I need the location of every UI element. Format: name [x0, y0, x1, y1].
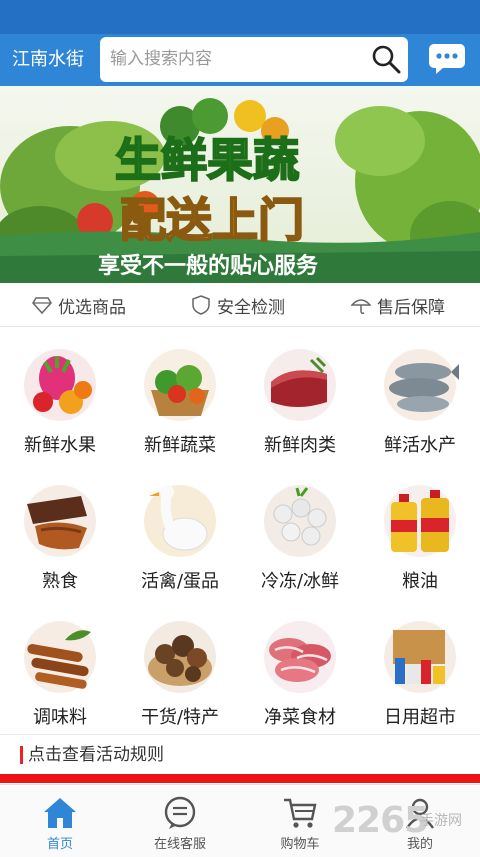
feature-safety: 安全检测: [191, 293, 285, 318]
category-meat[interactable]: 新鲜肉类: [240, 346, 360, 476]
oil-bottle-icon: [384, 485, 456, 557]
home-icon: [44, 798, 76, 828]
banner-subtitle: 享受不一般的贴心服务: [98, 253, 319, 279]
category-vegetable[interactable]: 新鲜蔬菜: [120, 346, 240, 476]
status-bar: [0, 0, 480, 34]
cooked-food-icon: [24, 485, 96, 557]
category-cooked[interactable]: 熟食: [0, 482, 120, 612]
banner-image: 生鲜果蔬 配送上门 享受不一般的贴心服务: [0, 86, 480, 283]
tab-label: 首页: [46, 837, 73, 852]
grocery-icon: [384, 621, 456, 693]
goose-icon: [144, 485, 216, 557]
category-label: 净菜食材: [264, 707, 336, 728]
feature-label: 售后保障: [377, 297, 445, 318]
promo-banner[interactable]: 生鲜果蔬 配送上门 享受不一般的贴心服务: [0, 86, 480, 283]
feature-strip: 优选商品 安全检测 售后保障: [0, 283, 480, 327]
umbrella-icon: [351, 299, 371, 314]
category-label: 干货/特产: [140, 707, 220, 728]
feature-label: 优选商品: [58, 297, 126, 318]
rules-text: 点击查看活动规则: [28, 745, 164, 765]
category-dried-goods[interactable]: 干货/特产: [120, 618, 240, 748]
category-label: 调味料: [33, 707, 87, 728]
category-prepared[interactable]: 净菜食材: [240, 618, 360, 748]
category-label: 鲜活水产: [384, 435, 456, 456]
fruit-icon: [24, 349, 96, 421]
cart-icon: [284, 798, 317, 828]
category-label: 新鲜蔬菜: [144, 435, 216, 456]
category-label: 新鲜肉类: [264, 435, 336, 456]
sliced-meat-icon: [264, 621, 336, 693]
message-icon[interactable]: [428, 43, 466, 75]
chat-icon: [164, 796, 196, 829]
watermark-text: 手游网: [420, 813, 462, 829]
watermark-number: 2265: [332, 800, 429, 841]
banner-title-line2: 配送上门: [120, 193, 304, 247]
category-grain-oil[interactable]: 粮油: [360, 482, 480, 612]
city-selector[interactable]: 江南水街: [12, 47, 84, 73]
feature-aftersale: 售后保障: [351, 293, 445, 318]
feature-quality: 优选商品: [32, 293, 126, 318]
top-bar: 江南水街 输入搜索内容: [0, 34, 480, 86]
rules-accent-bar: [20, 746, 23, 764]
search-input[interactable]: 输入搜索内容: [100, 37, 408, 82]
category-fruit[interactable]: 新鲜水果: [0, 346, 120, 476]
banner-title-line1: 生鲜果蔬: [115, 133, 299, 187]
frozen-food-icon: [264, 485, 336, 557]
tab-customer-service[interactable]: 在线客服: [120, 785, 240, 857]
watermark-logo: 2265 手游网: [332, 800, 478, 850]
category-label: 熟食: [42, 571, 78, 592]
category-supermarket[interactable]: 日用超市: [360, 618, 480, 748]
shield-icon: [192, 295, 210, 315]
category-label: 新鲜水果: [24, 435, 96, 456]
promo-red-strip: [0, 774, 480, 783]
category-seasoning[interactable]: 调味料: [0, 618, 120, 748]
tab-label: 在线客服: [153, 837, 206, 852]
vegetable-icon: [144, 349, 216, 421]
feature-label: 安全检测: [217, 297, 285, 318]
category-seafood[interactable]: 鲜活水产: [360, 346, 480, 476]
category-label: 日用超市: [384, 707, 456, 728]
category-label: 冷冻/冰鲜: [260, 571, 340, 592]
mushroom-icon: [144, 621, 216, 693]
search-placeholder: 输入搜索内容: [110, 49, 212, 69]
search-icon[interactable]: [370, 43, 402, 75]
activity-rules-link[interactable]: 点击查看活动规则: [0, 734, 480, 774]
fish-icon: [384, 349, 459, 421]
meat-icon: [264, 349, 336, 421]
category-label: 活禽/蛋品: [140, 571, 220, 592]
cinnamon-icon: [24, 621, 96, 693]
category-poultry[interactable]: 活禽/蛋品: [120, 482, 240, 612]
diamond-icon: [32, 297, 52, 315]
category-label: 粮油: [402, 571, 438, 592]
tab-home[interactable]: 首页: [0, 785, 120, 857]
category-frozen[interactable]: 冷冻/冰鲜: [240, 482, 360, 612]
